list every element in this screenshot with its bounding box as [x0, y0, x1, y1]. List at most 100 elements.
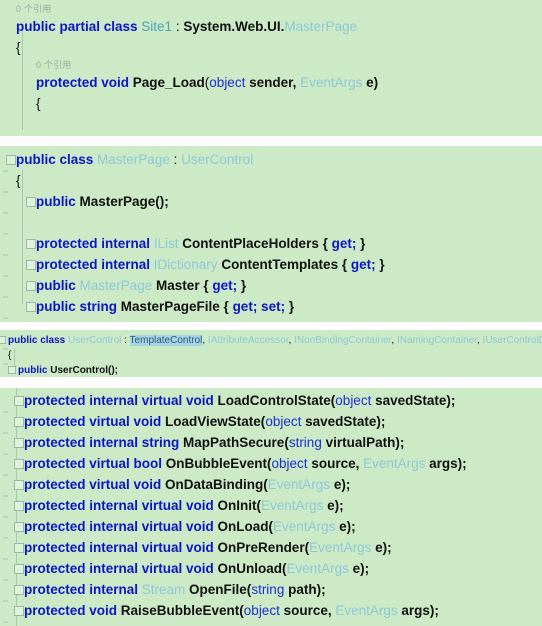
outlining-collapse-icon[interactable] — [14, 564, 24, 574]
code-line[interactable]: { — [0, 93, 542, 114]
code-token: protected internal — [36, 236, 154, 251]
outlining-collapse-icon[interactable] — [14, 480, 24, 490]
outlining-collapse-icon[interactable] — [26, 260, 36, 270]
code-line[interactable]: { — [0, 37, 542, 58]
code-token: : — [121, 335, 130, 346]
code-token: savedState); — [371, 393, 456, 408]
code-line[interactable]: protected void Page_Load(object sender, … — [0, 72, 542, 93]
code-token: source, — [307, 456, 364, 471]
outlining-collapse-icon[interactable] — [14, 438, 24, 448]
code-token: string — [251, 582, 285, 597]
code-token: protected internal virtual void — [24, 519, 218, 534]
code-line[interactable]: protected virtual void LoadViewState(obj… — [0, 411, 542, 434]
code-line[interactable]: protected internal virtual void RemovedC… — [0, 621, 542, 626]
code-token: protected internal virtual void — [24, 393, 218, 408]
outlining-collapse-icon[interactable] — [26, 239, 36, 249]
outlining-collapse-icon[interactable] — [14, 543, 24, 553]
code-token: object — [271, 456, 308, 471]
code-block-masterpage[interactable]: public class MasterPage : UserControl{ pu… — [0, 146, 542, 322]
code-line[interactable]: public partial class Site1 : System.Web.… — [0, 16, 542, 37]
code-token: } — [285, 299, 295, 314]
outlining-collapse-icon[interactable] — [14, 606, 24, 616]
code-block-usercontrol-members[interactable]: protected internal virtual void LoadCont… — [0, 388, 542, 626]
code-token: get; set; — [232, 299, 286, 314]
code-token: protected virtual bool — [24, 456, 166, 471]
outlining-collapse-icon[interactable] — [14, 459, 24, 469]
code-token: EventArgs — [261, 498, 324, 513]
code-token: object — [209, 75, 246, 90]
code-token: MasterPage(); — [79, 194, 169, 209]
code-line[interactable]: protected internal IDictionary ContentTe… — [0, 254, 542, 277]
code-token: protected internal virtual void — [24, 561, 218, 576]
code-token: LoadControlState( — [217, 393, 336, 408]
outlining-collapse-icon[interactable] — [26, 281, 36, 291]
code-token: object — [243, 603, 280, 618]
code-token: e); — [371, 540, 392, 555]
code-line[interactable] — [0, 114, 542, 135]
code-line[interactable] — [0, 212, 542, 235]
code-line[interactable]: protected internal virtual void OnLoad(E… — [0, 516, 542, 539]
code-token: string — [288, 435, 322, 450]
codelens-site1-class[interactable]: 0 个引用 — [0, 2, 542, 16]
code-token: Page_Load — [132, 75, 205, 90]
code-token: IDictionary — [153, 257, 218, 272]
code-token: MasterPage — [97, 152, 170, 167]
code-token: EventArgs — [267, 477, 331, 492]
code-token: Site1 — [141, 19, 173, 34]
code-line[interactable]: protected internal IList ContentPlaceHol… — [0, 233, 542, 256]
outlining-collapse-icon[interactable] — [0, 336, 6, 344]
outlining-collapse-icon[interactable] — [26, 197, 36, 207]
code-token: EventArgs — [300, 75, 363, 90]
code-token: Stream — [141, 582, 186, 597]
code-token: IUserControlDesignerAccessor — [482, 335, 542, 346]
code-block-site1[interactable]: 0 个引用 public partial class Site1 : Syste… — [0, 0, 542, 136]
code-line[interactable]: public string MasterPageFile { get; set;… — [0, 296, 542, 319]
code-token: EventArgs — [286, 561, 349, 576]
code-token: savedState); — [301, 414, 386, 429]
outlining-collapse-icon[interactable] — [6, 155, 16, 165]
outlining-collapse-icon[interactable] — [14, 522, 24, 532]
code-token: INamingContainer — [396, 335, 477, 346]
code-line[interactable]: { — [0, 348, 542, 365]
code-token: protected void — [24, 603, 121, 618]
code-line[interactable]: protected internal Stream OpenFile(strin… — [0, 579, 542, 602]
code-block-usercontrol-header[interactable]: public class UserControl : TemplateContr… — [0, 330, 542, 377]
code-token: public — [36, 194, 80, 209]
outlining-collapse-icon[interactable] — [14, 396, 24, 406]
code-line[interactable]: protected internal virtual void OnUnload… — [0, 558, 542, 581]
code-token: System.Web.UI. — [183, 19, 285, 34]
code-token: protected virtual void — [24, 477, 166, 492]
code-token: args); — [425, 456, 467, 471]
code-token: { — [16, 173, 21, 188]
code-line[interactable]: protected internal string MapPathSecure(… — [0, 432, 542, 455]
code-line[interactable]: protected void RaiseBubbleEvent(object s… — [0, 600, 542, 623]
code-token: protected internal string — [24, 435, 184, 450]
outlining-collapse-icon[interactable] — [14, 501, 24, 511]
outlining-collapse-icon[interactable] — [8, 366, 16, 374]
code-token: : — [169, 152, 182, 167]
code-line[interactable]: protected internal virtual void OnPreRen… — [0, 537, 542, 560]
outlining-collapse-icon[interactable] — [26, 302, 36, 312]
code-token: sender, — [245, 75, 301, 90]
code-line[interactable]: } — [0, 135, 542, 136]
code-line[interactable]: public class UserControl : TemplateContr… — [0, 333, 542, 350]
code-token: } — [237, 278, 247, 293]
code-line[interactable]: public MasterPage(); — [0, 191, 542, 214]
code-token: UserControl(); — [50, 365, 119, 376]
code-line[interactable] — [0, 317, 542, 322]
codelens-page-load[interactable]: 0 个引用 — [0, 58, 542, 72]
outlining-collapse-icon[interactable] — [14, 417, 24, 427]
code-token: OnUnload( — [217, 561, 287, 576]
outlining-collapse-icon[interactable] — [14, 585, 24, 595]
code-line[interactable]: public UserControl(); — [0, 363, 542, 377]
code-line[interactable]: public MasterPage Master { get; } — [0, 275, 542, 298]
code-line[interactable]: protected internal virtual void OnInit(E… — [0, 495, 542, 518]
code-line[interactable]: { — [0, 170, 542, 193]
code-line[interactable]: protected virtual void OnDataBinding(Eve… — [0, 474, 542, 497]
code-token: protected internal virtual void — [24, 540, 218, 555]
code-line[interactable]: protected virtual bool OnBubbleEvent(obj… — [0, 453, 542, 476]
code-line[interactable]: public class MasterPage : UserControl — [0, 149, 542, 172]
code-line[interactable]: protected internal virtual void LoadCont… — [0, 390, 542, 413]
code-lines-masterpage: public class MasterPage : UserControl{ pu… — [0, 149, 542, 322]
